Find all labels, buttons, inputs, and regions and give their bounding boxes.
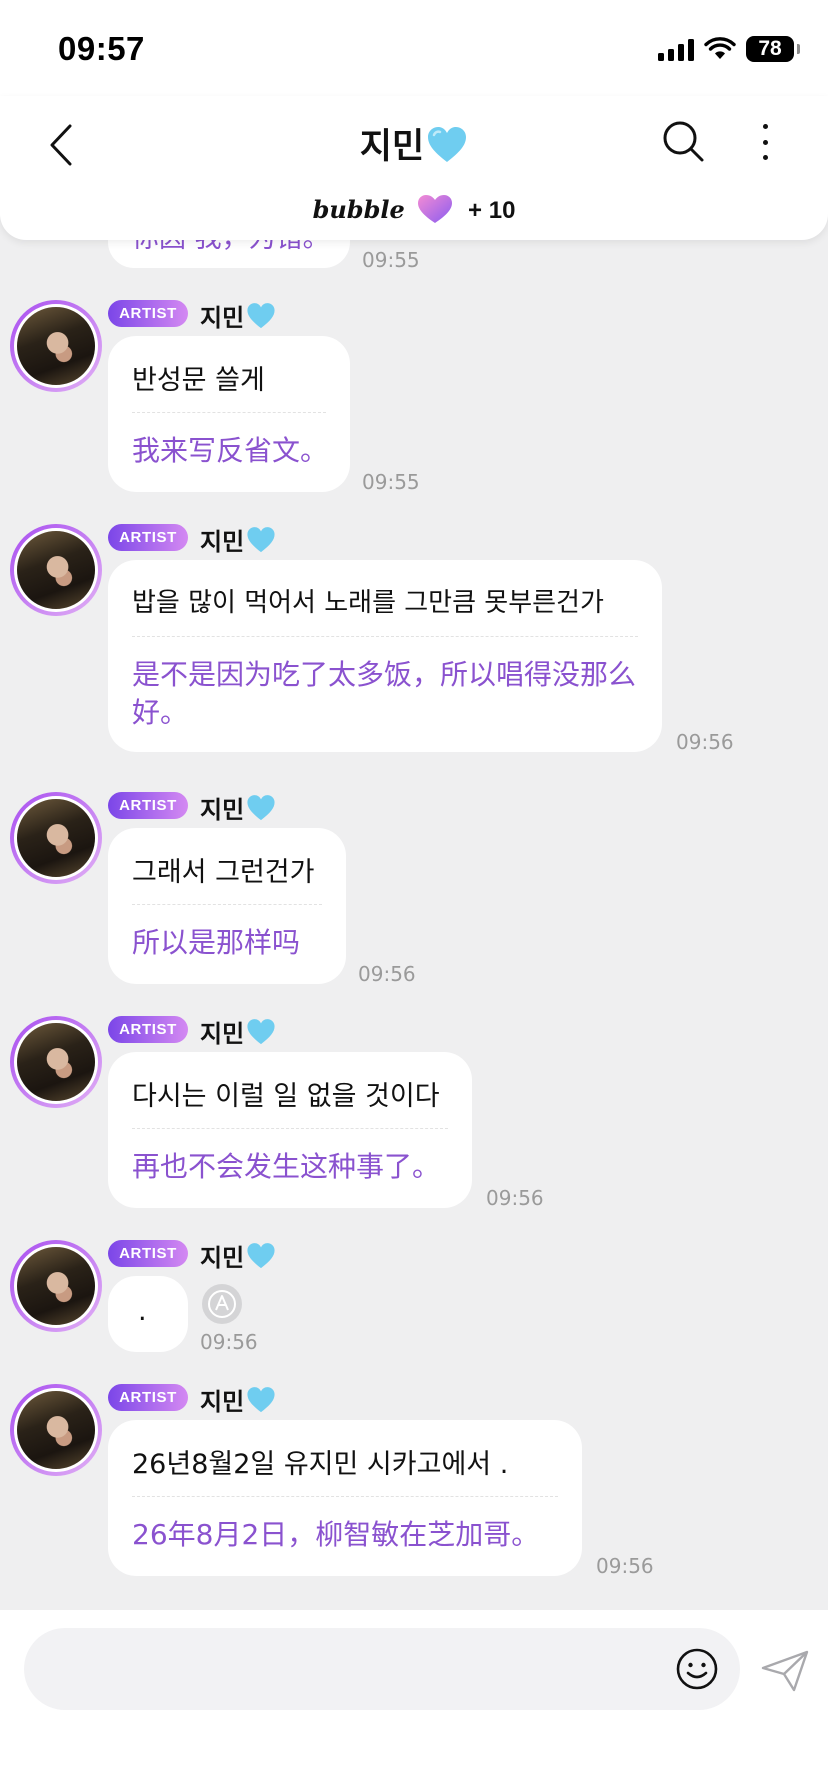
translation-divider <box>132 1128 448 1129</box>
sender-name: 지민 <box>200 522 276 557</box>
sender-name-text: 지민 <box>200 796 245 824</box>
translation-divider <box>132 904 322 905</box>
message-text: 반성문 쓸게 <box>132 365 265 396</box>
battery-icon: 78 <box>746 36 800 62</box>
message-bubble[interactable]: . <box>108 1276 188 1352</box>
sender-name-text: 지민 <box>200 1020 245 1048</box>
message-time: 09:56 <box>358 962 416 986</box>
sender-name-text: 지민 <box>200 528 245 556</box>
avatar[interactable] <box>10 524 102 616</box>
message-time: 09:55 <box>362 470 420 494</box>
blue-heart-icon <box>247 526 275 552</box>
sender-name-text: 지민 <box>200 1244 245 1272</box>
artist-badge: ARTIST <box>108 300 188 327</box>
message-bubble[interactable]: 26년8월2일 유지민 시카고에서 . 26年8月2日，柳智敏在芝加哥。 <box>108 1420 582 1576</box>
message-bubble[interactable]: 다시는 이럴 일 없을 것이다 再也不会发生这种事了。 <box>108 1052 472 1208</box>
wifi-icon <box>704 37 736 59</box>
bubble-count: + 10 <box>468 197 516 224</box>
message-bubble[interactable]: 밥을 많이 먹어서 노래를 그만큼 못부른건가 是不是因为吃了太多饭，所以唱得没… <box>108 560 662 752</box>
blue-heart-icon <box>428 127 467 162</box>
message-text: 그래서 그런건가 <box>132 857 315 888</box>
sender-name-text: 지민 <box>200 304 245 332</box>
message-time: 09:56 <box>486 1186 544 1210</box>
emoji-icon[interactable] <box>674 1646 720 1692</box>
chat-header: 지민 bubble + 10 <box>0 96 828 240</box>
avatar[interactable] <box>10 1016 102 1108</box>
translation-divider <box>132 636 638 637</box>
avatar[interactable] <box>10 792 102 884</box>
translate-icon[interactable] <box>200 1282 244 1326</box>
search-icon[interactable] <box>660 116 706 166</box>
artist-badge: ARTIST <box>108 524 188 551</box>
bubble-logo: bubble <box>312 195 405 224</box>
sender-name: 지민 <box>200 1238 276 1273</box>
translation-divider <box>132 1496 558 1497</box>
message-translation: 再也不会发生这种事了。 <box>132 1150 441 1183</box>
artist-badge: ARTIST <box>108 1240 188 1267</box>
message-composer <box>0 1610 828 1792</box>
signal-icon <box>658 37 694 61</box>
message-time: 09:56 <box>676 730 734 754</box>
blue-heart-icon <box>247 1018 275 1044</box>
sender-name: 지민 <box>200 298 276 333</box>
message-input[interactable] <box>24 1628 740 1710</box>
message-bubble[interactable]: 반성문 쓸게 我来写反省文。 <box>108 336 350 492</box>
status-bar: 09:57 78 <box>0 0 828 96</box>
blue-heart-icon <box>247 1386 275 1412</box>
blue-heart-icon <box>247 794 275 820</box>
message-text: . <box>138 1296 147 1327</box>
message-text: 다시는 이럴 일 없을 것이다 <box>132 1081 440 1112</box>
sender-name-text: 지민 <box>200 1388 245 1416</box>
avatar[interactable] <box>10 1384 102 1476</box>
sender-name: 지민 <box>200 1014 276 1049</box>
avatar[interactable] <box>10 300 102 392</box>
artist-badge: ARTIST <box>108 792 188 819</box>
sender-name: 지민 <box>200 1382 276 1417</box>
message-translation: 是不是因为吃了太多饭，所以唱得没那么好。 <box>132 658 637 729</box>
blue-heart-icon <box>247 1242 275 1268</box>
artist-badge: ARTIST <box>108 1016 188 1043</box>
message-bubble[interactable]: 그래서 그런건가 所以是那样吗 <box>108 828 346 984</box>
message-time: 09:56 <box>200 1330 258 1354</box>
avatar[interactable] <box>10 1240 102 1332</box>
status-time: 09:57 <box>58 30 145 67</box>
chat-title-text: 지민 <box>359 127 425 167</box>
blue-heart-icon <box>247 302 275 328</box>
message-time: 09:55 <box>362 248 420 272</box>
artist-badge: ARTIST <box>108 1384 188 1411</box>
message-translation: 我来写反省文。 <box>132 434 329 467</box>
purple-heart-icon <box>418 195 453 223</box>
message-text: 26년8월2일 유지민 시카고에서 . <box>132 1449 509 1480</box>
status-icons: 78 <box>658 34 800 64</box>
message-translation: 26年8月2日，柳智敏在芝加哥。 <box>132 1518 540 1551</box>
message-text: 밥을 많이 먹어서 노래를 그만큼 못부른건가 <box>132 588 604 618</box>
send-icon[interactable] <box>760 1648 810 1694</box>
message-translation: 所以是那样吗 <box>132 926 301 959</box>
translation-divider <box>132 412 326 413</box>
sender-name: 지민 <box>200 790 276 825</box>
chat-list[interactable]: 你因 我，为错。 09:55 ARTIST 지민 반성문 쓸게 我来写反省文。 … <box>0 200 828 1610</box>
message-time: 09:56 <box>596 1554 654 1578</box>
bubble-status[interactable]: bubble + 10 <box>0 194 828 225</box>
more-vertical-icon[interactable] <box>752 120 778 164</box>
